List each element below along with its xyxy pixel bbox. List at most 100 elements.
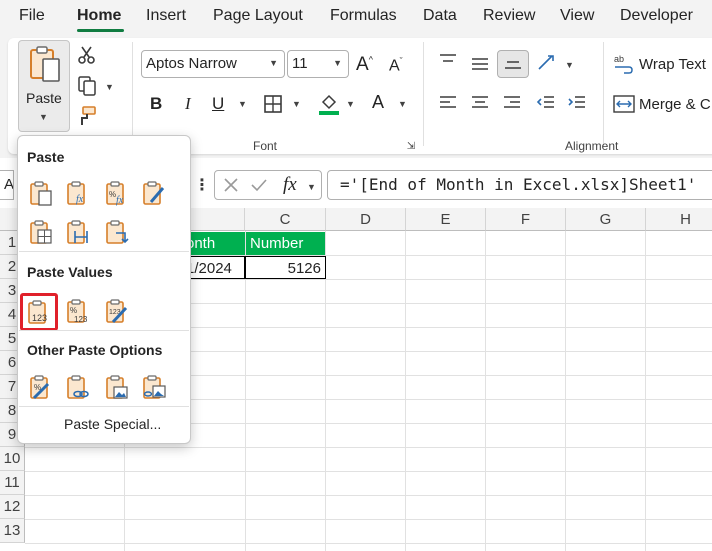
paste-linked-picture-icon[interactable]	[139, 372, 169, 402]
section-other-paste-options-heading: Other Paste Options	[27, 342, 163, 358]
chevron-down-icon[interactable]: ▼	[307, 182, 316, 192]
paste-link-icon[interactable]	[63, 372, 93, 402]
merge-center-button[interactable]: Merge & C	[639, 96, 711, 113]
menu-developer[interactable]: Developer	[620, 7, 693, 25]
menu-page-layout[interactable]: Page Layout	[213, 7, 303, 25]
increase-indent-icon[interactable]	[566, 92, 588, 114]
paste-picture-icon[interactable]	[102, 372, 132, 402]
align-middle-icon[interactable]	[469, 52, 491, 74]
paste-keep-column-widths-icon[interactable]	[63, 217, 93, 247]
insert-function-button[interactable]: fx	[283, 174, 297, 196]
italic-button[interactable]: I	[185, 94, 191, 114]
paste-formatting-icon[interactable]: %	[26, 372, 56, 402]
chevron-down-icon: ▼	[269, 58, 278, 68]
name-box[interactable]: A	[0, 170, 14, 200]
menu-bar: File Home Insert Page Layout Formulas Da…	[0, 0, 712, 34]
cut-icon[interactable]	[76, 44, 98, 66]
align-top-icon[interactable]	[437, 50, 459, 72]
decrease-indent-icon[interactable]	[535, 92, 557, 114]
paste-clipboard-icon	[26, 44, 64, 84]
svg-text:fx: fx	[76, 194, 84, 205]
row-header-10[interactable]: 10	[0, 447, 25, 471]
chevron-down-icon: ▼	[333, 58, 342, 68]
borders-icon[interactable]	[262, 93, 284, 115]
gridline	[25, 471, 712, 472]
menu-data[interactable]: Data	[423, 7, 457, 25]
cell-c1[interactable]: Number	[246, 232, 325, 255]
formula-input[interactable]: ='[End of Month in Excel.xlsx]Sheet1'	[327, 170, 712, 200]
row-header-11[interactable]: 11	[0, 471, 25, 495]
column-header-g[interactable]: G	[566, 208, 646, 231]
font-name-select[interactable]: Aptos Narrow ▼	[141, 50, 285, 78]
paste-values-source-formatting-icon[interactable]: 123	[102, 296, 132, 326]
font-name-value: Aptos Narrow	[146, 55, 237, 72]
paste-values-number-formatting-icon[interactable]: 123	[20, 293, 58, 331]
wrap-text-icon[interactable]: ab	[613, 53, 635, 75]
cell-c2[interactable]: 5126	[245, 256, 326, 279]
paste-chevron-icon: ▼	[39, 112, 48, 122]
group-separator	[603, 42, 604, 146]
active-tab-indicator	[77, 29, 124, 32]
align-left-icon[interactable]	[437, 92, 459, 114]
row-header-13[interactable]: 13	[0, 519, 25, 543]
menu-separator	[19, 406, 189, 407]
svg-text:%: %	[70, 306, 77, 315]
paste-keep-source-formatting-icon[interactable]	[139, 178, 169, 208]
menu-insert[interactable]: Insert	[146, 7, 186, 25]
fill-color-chevron-icon[interactable]: ▼	[346, 99, 355, 109]
copy-icon[interactable]	[76, 75, 98, 97]
svg-text:ab: ab	[614, 54, 624, 64]
align-bottom-icon[interactable]	[497, 50, 529, 78]
align-center-icon[interactable]	[469, 92, 491, 114]
menu-home[interactable]: Home	[77, 7, 121, 25]
grow-font-button[interactable]: A^	[356, 54, 373, 76]
wrap-text-button[interactable]: Wrap Text	[639, 56, 706, 73]
orientation-chevron-icon[interactable]: ▼	[565, 60, 574, 70]
column-header-c[interactable]: C	[245, 208, 326, 231]
shrink-font-label: A	[389, 57, 400, 75]
gridline	[25, 543, 712, 544]
formula-controls: fx ▼	[214, 170, 322, 200]
align-right-icon[interactable]	[501, 92, 523, 114]
fill-color-icon[interactable]	[317, 92, 341, 116]
menu-review[interactable]: Review	[483, 7, 535, 25]
cancel-icon[interactable]	[221, 175, 241, 195]
gridline	[25, 495, 712, 496]
paste-icon[interactable]	[26, 178, 56, 208]
format-painter-icon[interactable]	[76, 105, 98, 127]
column-header-f[interactable]: F	[486, 208, 566, 231]
section-paste-values-heading: Paste Values	[27, 264, 113, 280]
borders-chevron-icon[interactable]: ▼	[292, 99, 301, 109]
column-header-h[interactable]: H	[646, 208, 712, 231]
paste-values-percent-icon[interactable]: % 123	[63, 296, 93, 326]
menu-view[interactable]: View	[560, 7, 594, 25]
font-size-select[interactable]: 11 ▼	[287, 50, 349, 78]
menu-formulas[interactable]: Formulas	[330, 7, 397, 25]
underline-button[interactable]: U	[212, 94, 224, 114]
column-header-d[interactable]: D	[326, 208, 406, 231]
grow-font-label: A	[356, 54, 369, 75]
menu-file[interactable]: File	[19, 7, 45, 25]
paste-formulas-number-formatting-icon[interactable]: % fx	[102, 178, 132, 208]
copy-chevron-icon[interactable]: ▼	[105, 82, 114, 92]
underline-chevron-icon[interactable]: ▼	[238, 99, 247, 109]
merge-center-icon[interactable]	[613, 93, 635, 115]
shrink-font-button[interactable]: Aˇ	[389, 56, 403, 75]
font-color-chevron-icon[interactable]: ▼	[398, 99, 407, 109]
menu-separator	[19, 330, 189, 331]
paste-special-menu-item[interactable]: Paste Special...	[64, 416, 161, 432]
dialog-launcher-icon[interactable]: ⇲	[405, 140, 417, 152]
paste-formulas-icon[interactable]: fx	[63, 178, 93, 208]
row-header-12[interactable]: 12	[0, 495, 25, 519]
paste-no-borders-icon[interactable]	[26, 217, 56, 247]
font-color-button[interactable]: A	[372, 92, 384, 113]
paste-transpose-icon[interactable]	[102, 217, 132, 247]
cell-b2-text: 1/2024	[186, 260, 232, 277]
more-options-icon[interactable]: ⋮	[194, 176, 210, 194]
orientation-icon[interactable]	[535, 52, 559, 74]
bold-button[interactable]: B	[150, 94, 162, 114]
svg-text:123: 123	[74, 315, 88, 324]
font-group-label: Font	[253, 139, 278, 153]
enter-icon[interactable]	[249, 175, 269, 195]
column-header-e[interactable]: E	[406, 208, 486, 231]
